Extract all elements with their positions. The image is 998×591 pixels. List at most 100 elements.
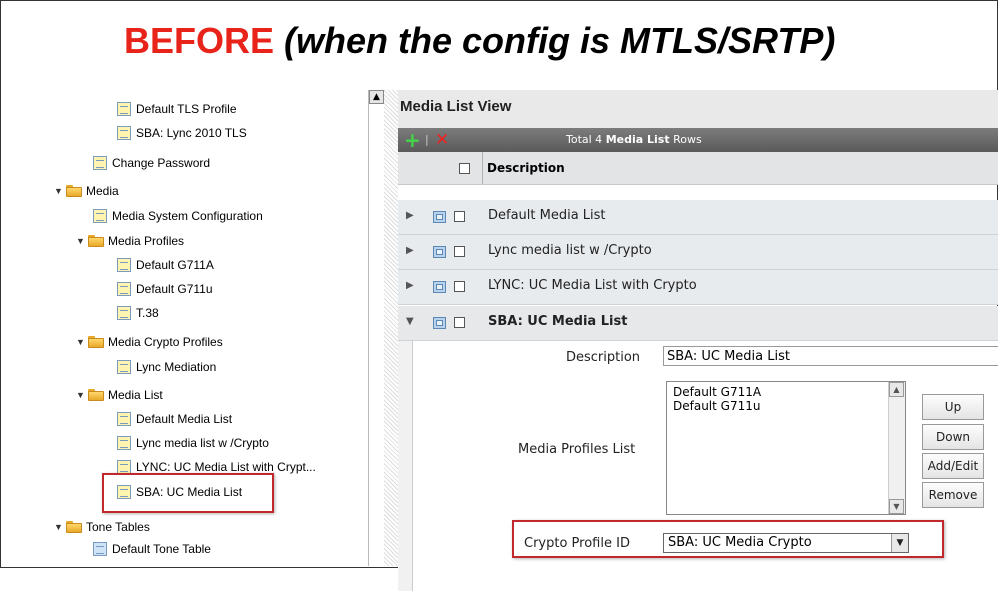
tree-item-sba-lync-2010-tls[interactable]: SBA: Lync 2010 TLS <box>117 124 247 142</box>
column-header-description[interactable]: Description <box>487 161 565 175</box>
row-checkbox[interactable] <box>454 211 465 222</box>
document-icon <box>93 156 107 170</box>
expand-row-icon[interactable]: ▶ <box>406 245 414 256</box>
tree-folder-media-crypto-profiles[interactable]: ▼ Media Crypto Profiles <box>76 333 223 351</box>
tree-item-label: LYNC: UC Media List with Crypt... <box>136 460 316 474</box>
document-icon <box>117 282 131 296</box>
toolbar-separator: | <box>425 133 429 146</box>
banner-before: BEFORE <box>124 20 275 61</box>
expand-triangle-icon[interactable]: ▼ <box>76 390 86 400</box>
collapse-left-arrow-icon[interactable]: ▲ <box>369 90 384 104</box>
media-profiles-list-label: Media Profiles List <box>518 442 636 457</box>
description-label: Description <box>566 350 641 365</box>
tree-item-label: Media Profiles <box>108 234 185 248</box>
row-checkbox[interactable] <box>454 317 465 328</box>
tree-item-default-media-list[interactable]: Default Media List <box>117 410 232 428</box>
document-icon <box>93 542 107 556</box>
panel-splitter[interactable]: ▲ <box>368 90 385 566</box>
table-toolbar: + | ✕ Total 4 Media List Rows <box>398 128 998 152</box>
row-checkbox[interactable] <box>454 246 465 257</box>
row-description: SBA: UC Media List <box>488 314 628 329</box>
table-row-expanded[interactable]: ▼ SBA: UC Media List <box>398 306 998 341</box>
document-icon <box>117 436 131 450</box>
tree-item-label: Default Media List <box>136 412 233 426</box>
entry-icon <box>433 211 446 223</box>
table-row[interactable]: ▶ Default Media List <box>398 200 998 235</box>
expand-row-icon[interactable]: ▶ <box>406 280 414 291</box>
tree-item-default-tls-profile[interactable]: Default TLS Profile <box>117 100 237 118</box>
add-edit-button[interactable]: Add/Edit <box>922 453 984 479</box>
table-row[interactable]: ▶ LYNC: UC Media List with Crypto <box>398 270 998 305</box>
document-icon <box>117 126 131 140</box>
row-description: Default Media List <box>488 208 606 223</box>
document-icon <box>117 412 131 426</box>
table-header: Description <box>398 152 998 185</box>
tree-item-lync-media-list-crypto[interactable]: Lync media list w /Crypto <box>117 434 269 452</box>
listbox-scrollbar[interactable]: ▲ ▼ <box>888 382 905 514</box>
column-divider <box>482 152 483 184</box>
document-icon <box>117 460 131 474</box>
folder-icon <box>66 521 82 533</box>
tree-item-label: Media <box>86 184 119 198</box>
tree-item-default-tone-table[interactable]: Default Tone Table <box>93 540 211 558</box>
select-all-checkbox[interactable] <box>459 163 470 174</box>
folder-icon <box>88 389 104 401</box>
tree-item-lync-mediation[interactable]: Lync Mediation <box>117 358 216 376</box>
down-button[interactable]: Down <box>922 424 984 450</box>
add-icon[interactable]: + <box>404 129 421 151</box>
up-button[interactable]: Up <box>922 394 984 420</box>
document-icon <box>117 102 131 116</box>
media-profiles-listbox[interactable]: Default G711A Default G711u ▲ ▼ <box>666 381 906 515</box>
entry-icon <box>433 317 446 329</box>
expand-triangle-icon[interactable]: ▼ <box>76 337 86 347</box>
table-row[interactable]: ▶ Lync media list w /Crypto <box>398 235 998 270</box>
row-checkbox[interactable] <box>454 281 465 292</box>
document-icon <box>93 209 107 223</box>
tree-item-t38[interactable]: T.38 <box>117 304 159 322</box>
description-input[interactable]: SBA: UC Media List <box>663 346 998 366</box>
panel-header: Media List View <box>398 90 998 129</box>
entry-icon <box>433 246 446 258</box>
expand-triangle-icon[interactable]: ▼ <box>54 522 64 532</box>
row-description: LYNC: UC Media List with Crypto <box>488 278 697 293</box>
tree-item-media-system-configuration[interactable]: Media System Configuration <box>93 207 263 225</box>
tree-folder-media-list[interactable]: ▼ Media List <box>76 386 163 404</box>
collapse-row-icon[interactable]: ▼ <box>406 316 414 327</box>
remove-button[interactable]: Remove <box>922 482 984 508</box>
tree-folder-tone-tables[interactable]: ▼ Tone Tables <box>54 518 150 536</box>
row-count-label: Total 4 Media List Rows <box>566 133 702 146</box>
expand-row-icon[interactable]: ▶ <box>406 210 414 221</box>
document-icon <box>117 258 131 272</box>
document-icon <box>117 360 131 374</box>
tree-item-change-password[interactable]: Change Password <box>93 154 210 172</box>
scroll-down-icon[interactable]: ▼ <box>889 499 904 514</box>
detail-indent-bar <box>398 341 413 591</box>
list-option[interactable]: Default G711u <box>667 399 905 413</box>
row-description: Lync media list w /Crypto <box>488 243 652 258</box>
folder-icon <box>66 185 82 197</box>
tree-item-label: Change Password <box>112 156 211 170</box>
scroll-up-icon[interactable]: ▲ <box>889 382 904 397</box>
panel-title: Media List View <box>400 98 512 115</box>
folder-icon <box>88 235 104 247</box>
expand-triangle-icon[interactable]: ▼ <box>76 236 86 246</box>
tree-item-label: Default G711u <box>136 282 213 296</box>
tree-item-label: Media List <box>108 388 163 402</box>
media-list-view-panel: Media List View + | ✕ Total 4 Media List… <box>398 90 998 591</box>
tree-item-label: Media Crypto Profiles <box>108 335 223 349</box>
tree-selection-highlight <box>102 473 274 513</box>
tree-item-label: Default Tone Table <box>112 542 211 556</box>
tree-item-label: T.38 <box>136 306 159 320</box>
tree-item-label: Lync media list w /Crypto <box>136 436 269 450</box>
document-icon <box>117 306 131 320</box>
tree-item-label: Lync Mediation <box>136 360 217 374</box>
tree-item-default-g711u[interactable]: Default G711u <box>117 280 213 298</box>
tree-item-default-g711a[interactable]: Default G711A <box>117 256 214 274</box>
banner-subtitle: (when the config is MTLS/SRTP) <box>274 20 836 61</box>
list-option[interactable]: Default G711A <box>667 385 905 399</box>
tree-folder-media-profiles[interactable]: ▼ Media Profiles <box>76 232 184 250</box>
delete-icon[interactable]: ✕ <box>435 130 449 150</box>
tree-folder-media[interactable]: ▼ Media <box>54 182 119 200</box>
tree-item-label: Default G711A <box>136 258 214 272</box>
expand-triangle-icon[interactable]: ▼ <box>54 186 64 196</box>
